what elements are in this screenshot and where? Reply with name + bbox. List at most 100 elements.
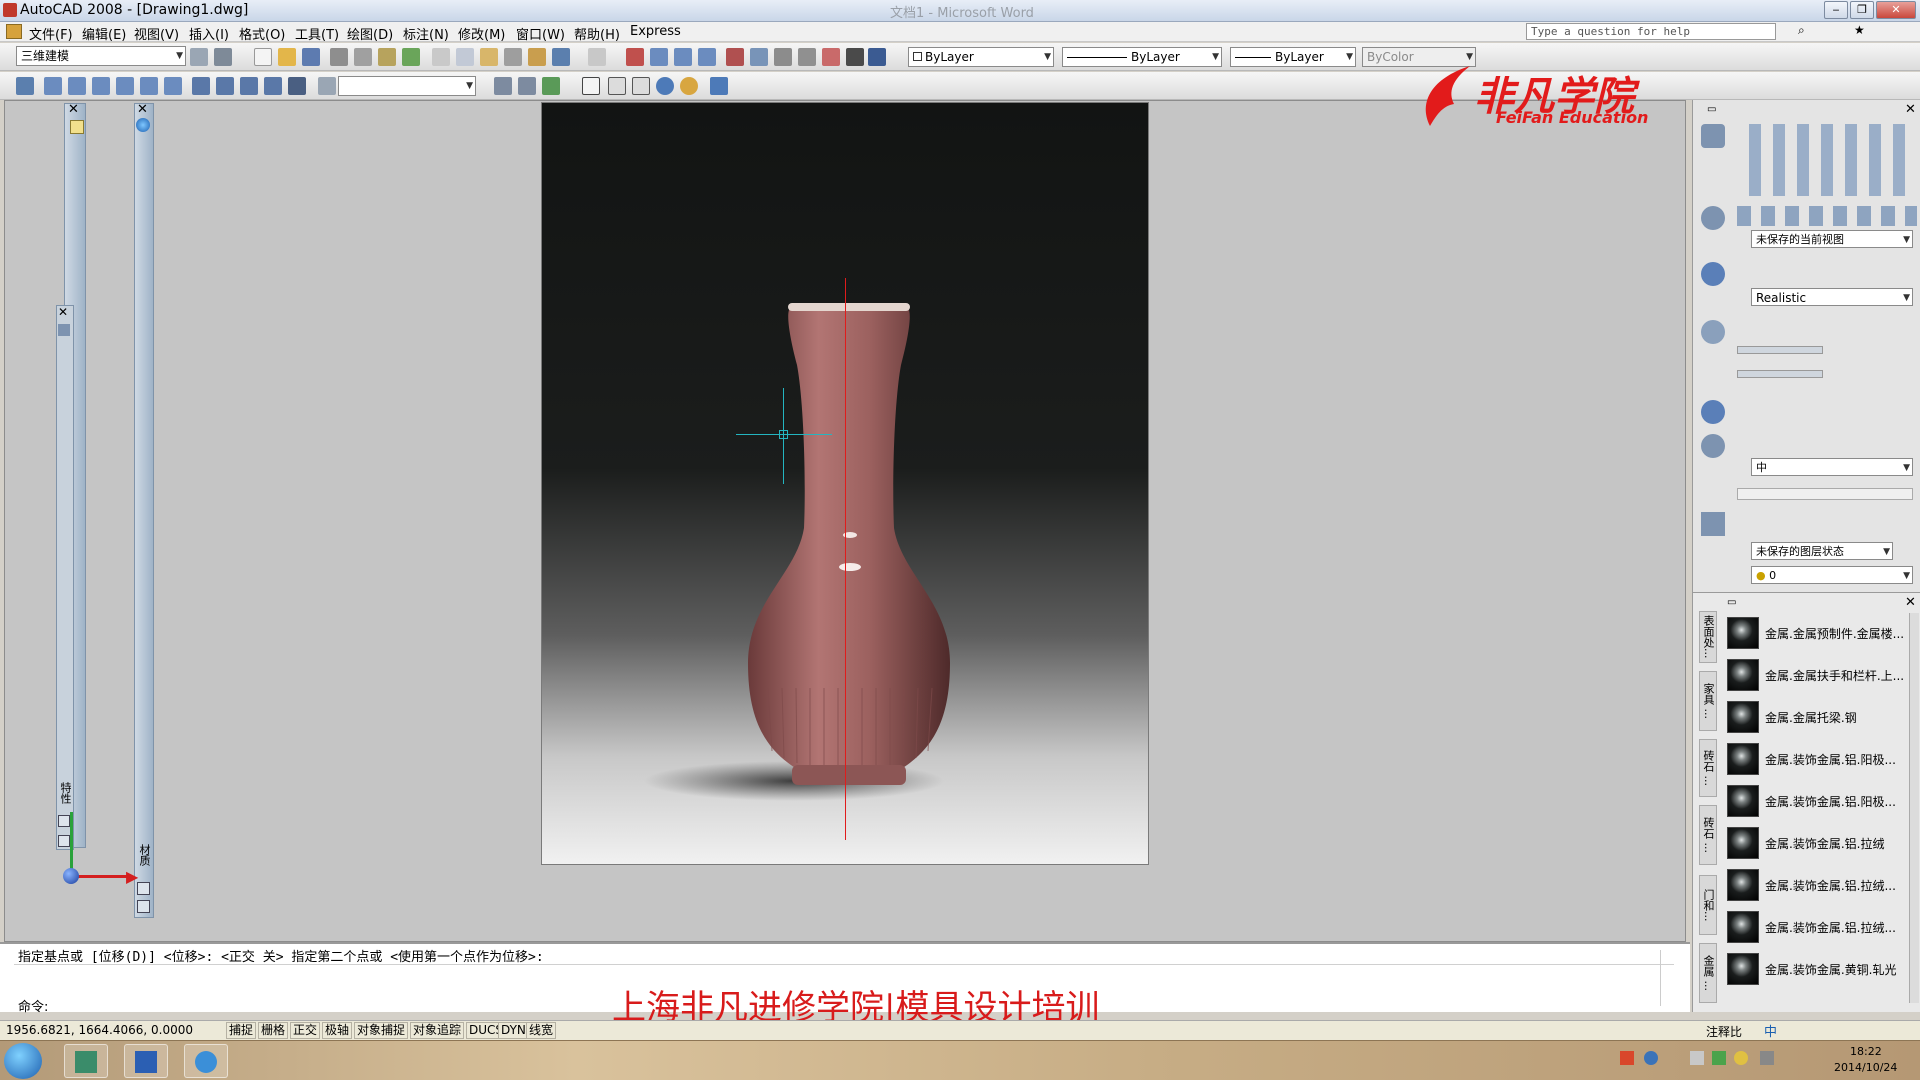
material-item[interactable]: 金属.金属扶手和栏杆.上... xyxy=(1727,657,1919,695)
help-icon[interactable] xyxy=(868,48,886,66)
layers-icon[interactable] xyxy=(1701,512,1725,536)
globe-icon[interactable] xyxy=(136,118,150,132)
view-front-icon[interactable] xyxy=(140,77,158,95)
zoom-window-icon[interactable] xyxy=(674,48,692,66)
taskbar-word[interactable] xyxy=(124,1044,168,1078)
menu-draw[interactable]: 绘图(D) xyxy=(347,24,393,43)
quick-select-icon[interactable] xyxy=(70,120,84,134)
2d-wireframe-icon[interactable] xyxy=(608,77,626,95)
menu-file[interactable]: 文件(F) xyxy=(29,24,73,43)
menu-tools[interactable]: 工具(T) xyxy=(295,24,339,43)
tool-palettes-icon[interactable] xyxy=(774,48,792,66)
tray-app-icon[interactable] xyxy=(1620,1051,1634,1065)
realistic-style-icon[interactable] xyxy=(680,77,698,95)
ucs-icon[interactable] xyxy=(16,77,34,95)
render-icon[interactable] xyxy=(1701,434,1725,458)
workspace-save-icon[interactable] xyxy=(214,48,232,66)
minimize-button[interactable]: ‒ xyxy=(1824,1,1848,19)
materials-palette-bar[interactable] xyxy=(134,103,154,918)
match-properties-icon[interactable] xyxy=(504,48,522,66)
sheet-set-icon[interactable] xyxy=(798,48,816,66)
ortho-button[interactable]: 正交 xyxy=(290,1022,321,1039)
text-icon[interactable] xyxy=(582,77,600,95)
menu-window[interactable]: 窗口(W) xyxy=(516,24,565,43)
menu-format[interactable]: 格式(O) xyxy=(239,24,285,43)
workspace-settings-icon[interactable] xyxy=(190,48,208,66)
lineweight-combo[interactable]: ByLayer ▼ xyxy=(1230,47,1356,67)
layer-state-combo[interactable]: 未保存的图层状态 ▼ xyxy=(1751,542,1893,560)
markup-icon[interactable] xyxy=(822,48,840,66)
menu-edit[interactable]: 编辑(E) xyxy=(82,24,126,43)
undo-icon[interactable] xyxy=(552,48,570,66)
tab-metals[interactable]: 金属 ... xyxy=(1699,943,1717,1003)
close-button[interactable]: ✕ xyxy=(1876,1,1916,19)
continuous-orbit-icon[interactable] xyxy=(542,77,560,95)
visual-style-combo[interactable]: Realistic ▼ xyxy=(1751,288,1913,306)
ime-indicator[interactable]: 中 xyxy=(1764,1021,1777,1040)
maximize-button[interactable]: ❐ xyxy=(1850,1,1874,19)
redo-icon[interactable] xyxy=(588,48,606,66)
sub-palette-bar[interactable] xyxy=(56,305,74,850)
tab-doors[interactable]: 门和... xyxy=(1699,875,1717,935)
close-icon[interactable]: ✕ xyxy=(1905,102,1916,117)
copy-icon[interactable] xyxy=(456,48,474,66)
help-search-input[interactable]: Type a question for help xyxy=(1526,23,1776,40)
view-sw-iso-icon[interactable] xyxy=(192,77,210,95)
material-item[interactable]: 金属.金属托梁.钢 xyxy=(1727,699,1919,737)
grid-button[interactable]: 栅格 xyxy=(258,1022,289,1039)
free-orbit-icon[interactable] xyxy=(518,77,536,95)
menu-insert[interactable]: 插入(I) xyxy=(189,24,229,43)
calculator-icon[interactable] xyxy=(846,48,864,66)
paste-icon[interactable] xyxy=(480,48,498,66)
tray-volume-icon[interactable] xyxy=(1760,1051,1774,1065)
3d-wireframe-icon[interactable] xyxy=(632,77,650,95)
plot-preview-icon[interactable] xyxy=(354,48,372,66)
taskbar-ie[interactable] xyxy=(184,1044,228,1078)
design-center-icon[interactable] xyxy=(750,48,768,66)
coordinate-readout[interactable]: 1956.6821, 1664.4066, 0.0000 xyxy=(6,1023,216,1037)
material-item[interactable]: 金属.金属预制件.金属楼... xyxy=(1727,615,1919,653)
view-ne-iso-icon[interactable] xyxy=(240,77,258,95)
palette-props-icon[interactable] xyxy=(137,900,150,913)
close-icon[interactable]: ✕ xyxy=(137,102,148,117)
open-icon[interactable] xyxy=(278,48,296,66)
tray-network-icon[interactable] xyxy=(1690,1051,1704,1065)
orbit-icon[interactable] xyxy=(494,77,512,95)
linetype-combo[interactable]: ByLayer ▼ xyxy=(1062,47,1222,67)
snap-button[interactable]: 捕捉 xyxy=(226,1022,257,1039)
contrast-slider[interactable] xyxy=(1737,370,1823,378)
plot-icon[interactable] xyxy=(330,48,348,66)
annotation-scale-label[interactable]: 注释比 xyxy=(1706,1023,1742,1040)
camera-icon[interactable] xyxy=(288,77,306,95)
palette-scrollbar[interactable] xyxy=(1909,613,1919,1003)
search-icon[interactable]: ⌕ xyxy=(1798,23,1805,38)
view-se-iso-icon[interactable] xyxy=(216,77,234,95)
zoom-previous-icon[interactable] xyxy=(698,48,716,66)
star-icon[interactable]: ★ xyxy=(1854,23,1865,37)
close-icon[interactable]: ✕ xyxy=(68,102,79,117)
3d-navigate-tools[interactable] xyxy=(1733,206,1917,226)
tab-masonry-2[interactable]: 砖石 ... xyxy=(1699,805,1717,865)
material-item[interactable]: 金属.装饰金属.铝.拉绒... xyxy=(1727,909,1919,947)
material-item[interactable]: 金属.装饰金属.铝.拉绒 xyxy=(1727,825,1919,863)
tab-furniture[interactable]: 家具 ... xyxy=(1699,671,1717,731)
view-bottom-icon[interactable] xyxy=(68,77,86,95)
tab-masonry-1[interactable]: 砖石 ... xyxy=(1699,739,1717,797)
tab-surfaces[interactable]: 表面处... xyxy=(1699,611,1717,663)
palette-autohide-icon[interactable] xyxy=(137,882,150,895)
publish-icon[interactable] xyxy=(378,48,396,66)
visual-styles-manager-icon[interactable] xyxy=(710,77,728,95)
close-icon[interactable]: ✕ xyxy=(58,305,68,319)
command-window[interactable]: 指定基点或 [位移(D)] <位移>: <正交 关> 指定第二个点或 <使用第一… xyxy=(0,942,1690,1028)
polar-button[interactable]: 极轴 xyxy=(322,1022,353,1039)
brightness-slider[interactable] xyxy=(1737,346,1823,354)
3d-make-icon[interactable] xyxy=(1701,124,1725,148)
named-view-combo[interactable]: ▼ xyxy=(338,76,476,96)
panel-autohide-icon[interactable]: ▭ xyxy=(1707,104,1716,115)
save-icon[interactable] xyxy=(302,48,320,66)
command-prompt[interactable]: 命令: xyxy=(18,996,48,1015)
named-views-icon[interactable] xyxy=(318,77,336,95)
lineweight-button[interactable]: 线宽 xyxy=(526,1022,557,1039)
pan-icon[interactable] xyxy=(626,48,644,66)
3d-dwf-icon[interactable] xyxy=(402,48,420,66)
